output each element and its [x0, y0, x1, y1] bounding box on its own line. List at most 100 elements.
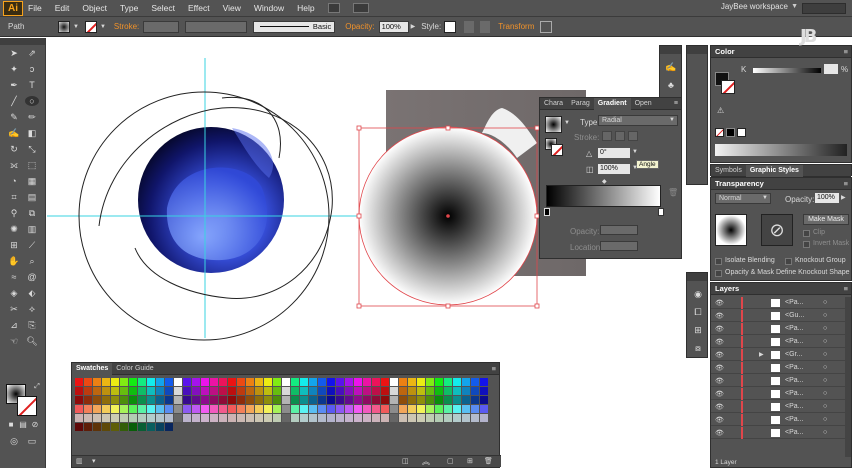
stroke-option-1[interactable]: [602, 131, 612, 141]
swatch[interactable]: [282, 387, 290, 395]
swatch[interactable]: [417, 414, 425, 422]
shape-builder-icon[interactable]: ◔: [7, 176, 21, 186]
isolate-blending-checkbox[interactable]: [715, 258, 722, 265]
swatch[interactable]: [408, 405, 416, 413]
menu-object[interactable]: Object: [82, 3, 107, 13]
center-point[interactable]: [446, 214, 450, 218]
swatch[interactable]: [471, 396, 479, 404]
swatch[interactable]: [174, 387, 182, 395]
magic-wand-icon[interactable]: ✦: [7, 64, 21, 74]
swatch[interactable]: [147, 423, 155, 431]
white-swatch[interactable]: [737, 128, 746, 137]
swatch[interactable]: [363, 405, 371, 413]
swatch[interactable]: [462, 405, 470, 413]
panel-menu-icon[interactable]: ≡: [844, 47, 848, 56]
chevron-down-icon[interactable]: ▼: [791, 3, 798, 10]
swatch[interactable]: [246, 387, 254, 395]
document-setup-icon[interactable]: [464, 20, 475, 33]
hand-alt-icon[interactable]: ☜: [7, 336, 21, 346]
tools-panel-grip[interactable]: [0, 38, 45, 45]
swatch[interactable]: [336, 396, 344, 404]
make-mask-button[interactable]: Make Mask: [803, 214, 849, 225]
ellipse-tool-icon[interactable]: ○: [25, 96, 39, 106]
color-stop-right[interactable]: [658, 208, 664, 216]
swatch[interactable]: [417, 387, 425, 395]
swatch[interactable]: [201, 405, 209, 413]
blend-mode-dropdown[interactable]: Normal ▼: [715, 193, 771, 204]
swatch[interactable]: [462, 414, 470, 422]
layer-row[interactable]: 👁︎ <Gu... ○: [711, 310, 847, 322]
swatch[interactable]: [363, 396, 371, 404]
swatch[interactable]: [228, 414, 236, 422]
swatch[interactable]: [102, 387, 110, 395]
new-group-icon[interactable]: ▢: [447, 457, 454, 465]
swatch[interactable]: [444, 405, 452, 413]
tab-color-guide[interactable]: Color Guide: [112, 363, 157, 375]
swatch[interactable]: [354, 405, 362, 413]
swatch[interactable]: [390, 396, 398, 404]
swatch[interactable]: [354, 378, 362, 386]
swatch[interactable]: [174, 396, 182, 404]
swatch[interactable]: [408, 414, 416, 422]
swatch[interactable]: [165, 396, 173, 404]
swatch[interactable]: [84, 378, 92, 386]
workspace-switcher[interactable]: JayBee workspace: [721, 2, 788, 11]
swatch[interactable]: [156, 405, 164, 413]
pathfinder-icon[interactable]: ⧇: [691, 343, 705, 353]
black-swatch[interactable]: [726, 128, 735, 137]
angle-chevron-icon[interactable]: ▼: [632, 149, 638, 155]
swatch[interactable]: [156, 396, 164, 404]
swatch[interactable]: [93, 414, 101, 422]
swatch[interactable]: [210, 396, 218, 404]
swatch[interactable]: [354, 414, 362, 422]
swatch[interactable]: [363, 378, 371, 386]
warp-tool-icon[interactable]: ≈: [7, 272, 21, 282]
swatch[interactable]: [408, 387, 416, 395]
swatch[interactable]: [75, 423, 83, 431]
swap-colors-icon[interactable]: ⤢: [30, 382, 44, 392]
swatch[interactable]: [390, 405, 398, 413]
layers-scrollbar[interactable]: [845, 297, 851, 457]
swatch[interactable]: [183, 405, 191, 413]
blend-tool-icon[interactable]: ⧉: [25, 208, 39, 218]
swatch[interactable]: [381, 405, 389, 413]
stroke-option-3[interactable]: [628, 131, 638, 141]
brush-definition-field[interactable]: Basic: [253, 20, 336, 33]
slice-tool-icon[interactable]: ⟋: [25, 240, 39, 250]
swatch[interactable]: [111, 405, 119, 413]
opacity-label[interactable]: Opacity:: [345, 22, 374, 31]
swatch[interactable]: [129, 387, 137, 395]
swatch[interactable]: [363, 387, 371, 395]
swatch[interactable]: [444, 396, 452, 404]
swatch[interactable]: [273, 405, 281, 413]
swatch[interactable]: [381, 396, 389, 404]
knife-icon[interactable]: ⟡: [25, 304, 39, 314]
swatch[interactable]: [300, 378, 308, 386]
transform-grid-icon[interactable]: [540, 20, 553, 33]
swatch[interactable]: [462, 378, 470, 386]
swatch[interactable]: [453, 405, 461, 413]
swatch[interactable]: [291, 378, 299, 386]
swatch[interactable]: [138, 414, 146, 422]
panel-menu-icon[interactable]: ≡: [844, 179, 848, 188]
menu-edit[interactable]: Edit: [55, 3, 70, 13]
swatch[interactable]: [255, 387, 263, 395]
swatch[interactable]: [219, 387, 227, 395]
swatch[interactable]: [102, 378, 110, 386]
swatch[interactable]: [435, 405, 443, 413]
panel-menu-icon[interactable]: ≡: [492, 364, 496, 373]
swatch[interactable]: [192, 405, 200, 413]
swatch[interactable]: [327, 396, 335, 404]
swatch[interactable]: [156, 378, 164, 386]
swatch[interactable]: [462, 387, 470, 395]
swatch[interactable]: [120, 387, 128, 395]
variable-width-field[interactable]: [185, 20, 248, 33]
align-icon[interactable]: [480, 20, 491, 33]
swatch[interactable]: [228, 405, 236, 413]
mesh-icon[interactable]: ⌗: [7, 192, 21, 202]
swatch[interactable]: [183, 378, 191, 386]
swatch[interactable]: [471, 414, 479, 422]
swatch[interactable]: [480, 414, 488, 422]
swatch[interactable]: [201, 414, 209, 422]
collapse-icon[interactable]: ︽: [422, 456, 430, 467]
